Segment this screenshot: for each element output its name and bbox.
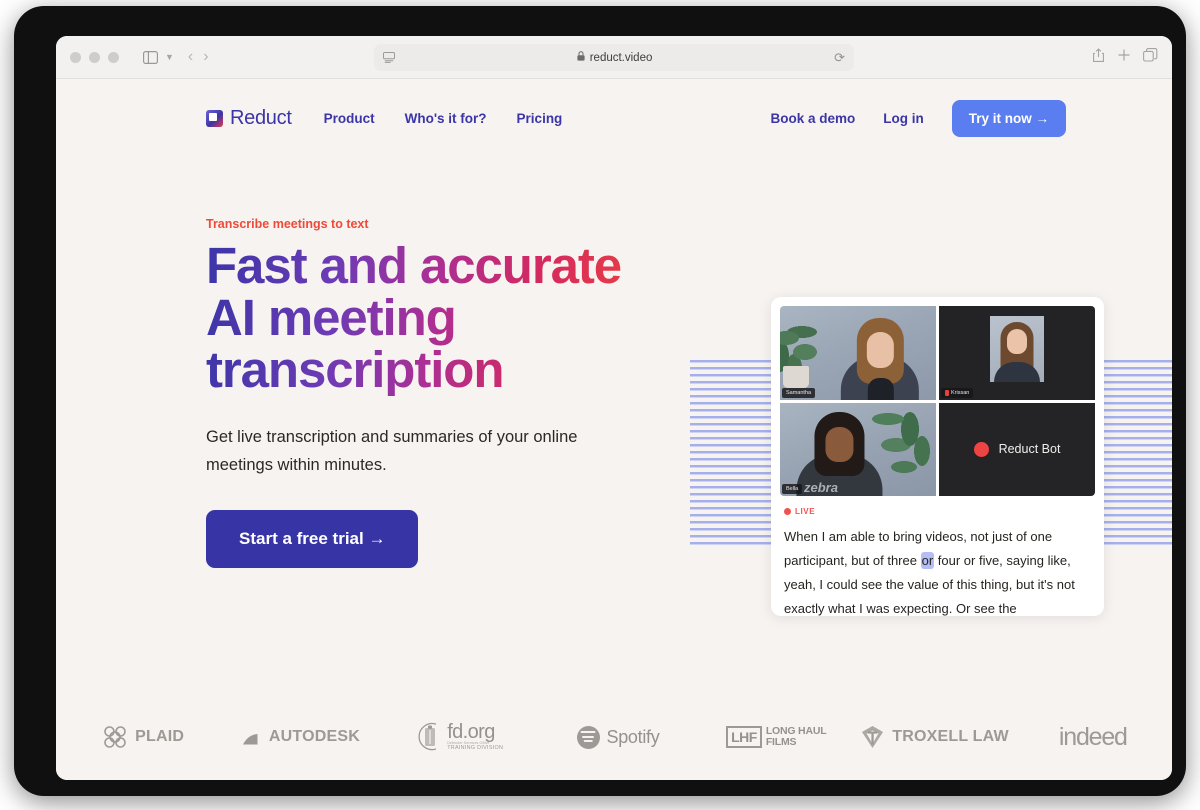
back-arrow-icon[interactable]: ‹	[188, 49, 193, 65]
lock-icon	[577, 51, 585, 64]
site-logo[interactable]: Reduct	[206, 107, 292, 130]
logo-label: TROXELL LAW	[892, 728, 1009, 745]
reduct-bot-label: Reduct Bot	[998, 442, 1061, 457]
primary-nav: Product Who's it for? Pricing	[324, 111, 563, 126]
troxell-diamond-icon	[860, 724, 885, 750]
tab-overview-icon[interactable]	[1143, 48, 1158, 67]
spotify-icon	[576, 725, 600, 749]
lhf-line-2: FILMS	[765, 736, 797, 748]
live-label: LIVE	[795, 507, 816, 516]
participant-name-tag: Samantha	[782, 387, 816, 398]
video-tile-participant-3[interactable]: zebra Bella	[780, 402, 936, 496]
nav-item-product[interactable]: Product	[324, 111, 375, 126]
logo-text: Reduct	[230, 106, 292, 129]
shirt-graphic: zebra	[804, 480, 838, 495]
url-text: reduct.video	[589, 51, 653, 64]
logo-label: Spotify	[606, 726, 660, 747]
live-badge: LIVE	[784, 507, 1091, 516]
lhf-icon: LHF	[726, 726, 762, 748]
reduct-logo-icon	[206, 109, 223, 127]
nav-item-book-a-demo[interactable]: Book a demo	[770, 111, 855, 126]
participant-name-tag: Krissan	[941, 387, 974, 398]
logo-autodesk: AUTODESK	[222, 728, 380, 746]
live-dot-icon	[784, 508, 791, 515]
logo-spotify: Spotify	[539, 725, 697, 749]
minimize-window-button[interactable]	[89, 51, 100, 63]
customer-logo-strip: PLAID AUTODESK fd.org Defender Services …	[56, 694, 1172, 780]
transcript-text[interactable]: When I am able to bring videos, not just…	[784, 525, 1091, 621]
sidebar-toggle-icon[interactable]	[137, 45, 163, 69]
reload-icon[interactable]: ⟳	[834, 50, 845, 66]
browser-toolbar: ▼ ‹ › reduct.video ⟳	[56, 36, 1172, 79]
forward-arrow-icon[interactable]: ›	[203, 49, 208, 65]
hero-subtitle: Get live transcription and summaries of …	[206, 428, 578, 475]
site-navbar: Reduct Product Who's it for? Pricing Boo…	[56, 79, 1172, 157]
secondary-nav: Book a demo Log in Try it now →	[770, 99, 1066, 137]
nav-item-log-in[interactable]: Log in	[883, 111, 924, 126]
plaid-knot-icon	[102, 724, 128, 750]
autodesk-arrow-icon	[242, 732, 262, 744]
share-icon[interactable]	[1092, 47, 1105, 68]
nav-item-whos-it-for[interactable]: Who's it for?	[405, 111, 487, 126]
logo-label: indeed	[1058, 722, 1128, 751]
video-tile-participant-2[interactable]: Krissan	[939, 306, 1095, 400]
url-bar[interactable]: reduct.video ⟳	[374, 44, 854, 71]
plus-icon[interactable]	[1117, 48, 1131, 67]
logo-long-haul-films: LHF LONG HAUL FILMS	[697, 726, 855, 748]
nav-item-pricing[interactable]: Pricing	[517, 111, 563, 126]
logo-troxell-law: TROXELL LAW	[855, 724, 1013, 750]
device-frame: ▼ ‹ › reduct.video ⟳ Reduct Product Who'…	[14, 6, 1186, 796]
logo-label: fd.org	[447, 721, 495, 744]
recording-indicator-icon	[973, 441, 989, 457]
start-free-trial-button[interactable]: Start a free trial →	[206, 509, 419, 568]
logo-label: AUTODESK	[268, 728, 360, 745]
hero-eyebrow: Transcribe meetings to text	[206, 217, 369, 231]
browser-window: ▼ ‹ › reduct.video ⟳ Reduct Product Who'…	[56, 36, 1172, 780]
video-tile-grid: Samantha Krissan zebra Bella Reduct Bot	[780, 306, 1095, 496]
zoom-window-button[interactable]	[108, 51, 119, 63]
plant-pot-decor	[783, 365, 809, 388]
reader-view-icon[interactable]	[383, 52, 395, 63]
transcript-highlighted-word[interactable]: or	[920, 551, 935, 569]
page-title: Fast and accurate AI meeting transcripti…	[206, 239, 636, 396]
page-content: Reduct Product Who's it for? Pricing Boo…	[56, 79, 1172, 780]
participant-1-avatar	[840, 312, 919, 400]
chevron-down-icon[interactable]: ▼	[165, 52, 174, 62]
logo-indeed: indeed	[1014, 723, 1172, 752]
mute-icon	[945, 389, 949, 396]
logo-label: PLAID	[135, 728, 185, 745]
live-transcript-panel: LIVE When I am able to bring videos, not…	[780, 496, 1095, 621]
try-it-now-button[interactable]: Try it now →	[951, 99, 1066, 137]
close-window-button[interactable]	[70, 51, 81, 63]
logo-fd-org: fd.org Defender Services Office TRAINING…	[381, 722, 539, 752]
fd-org-subtitle-2: TRAINING DIVISION	[447, 744, 504, 751]
fd-org-icon	[416, 722, 444, 752]
logo-plaid: PLAID	[64, 724, 222, 750]
participant-2-avatar	[990, 316, 1044, 382]
meeting-preview-card: Samantha Krissan zebra Bella Reduct Bot …	[771, 297, 1104, 616]
participant-name-tag: Bella	[782, 484, 803, 494]
video-tile-reduct-bot[interactable]: Reduct Bot	[939, 402, 1095, 496]
window-traffic-lights[interactable]	[70, 51, 119, 63]
video-tile-participant-1[interactable]: Samantha	[780, 306, 936, 400]
